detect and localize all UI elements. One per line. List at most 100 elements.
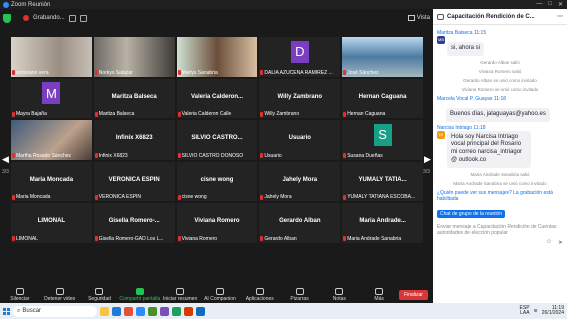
participant-tile[interactable]: SILVIO CASTRO... SILVIO CASTRO DONOSO	[176, 120, 258, 160]
participant-tile[interactable]: Infinix X6823 Infinix X6823	[93, 120, 175, 160]
view-button[interactable]: Vista	[407, 15, 430, 21]
avatar: D	[290, 40, 309, 63]
participant-tile[interactable]: Marlys Sanabria	[176, 37, 258, 77]
apps-icon	[255, 287, 264, 295]
app-icon[interactable]	[112, 306, 121, 316]
participant-tile[interactable]: Maria Andrade... Maria Andrade Sanabria	[342, 203, 423, 243]
apps-button[interactable]: Aplicaciones	[240, 287, 280, 302]
participant-label: José Sánchez	[343, 70, 379, 76]
taskbar-search[interactable]: ⌕ Buscar	[13, 305, 97, 317]
participant-name-large: Jahely Mora	[282, 176, 318, 183]
recording-label: Grabando...	[33, 15, 65, 21]
chat-message: Buenos días, jalaguayas@yahoo.es	[437, 102, 563, 122]
mute-button[interactable]: Silenciar	[0, 287, 40, 302]
search-label: Buscar	[22, 308, 42, 314]
app-icon[interactable]	[184, 306, 193, 316]
os-taskbar: ⌕ Buscar ESP LAA ≋ 11:19 26/1/2024	[0, 303, 567, 319]
muted-mic-icon	[177, 153, 181, 158]
participant-tile[interactable]: LIMONAL LIMONAL	[11, 203, 92, 243]
chat-input[interactable]: Enviar mensaje a Capacitación Rendición …	[437, 224, 563, 237]
app-icon[interactable]	[196, 306, 205, 316]
wifi-icon[interactable]: ≋	[534, 308, 538, 314]
participant-name: Willy Zambrano	[264, 111, 300, 117]
muted-mic-icon	[343, 111, 347, 117]
participant-label: LIMONAL	[12, 236, 38, 242]
participant-tile[interactable]: Martha Rosado Sánchez	[11, 120, 92, 160]
minimize-button[interactable]: —	[536, 1, 542, 8]
participant-tile[interactable]: M Mayra Bajaña	[11, 78, 92, 118]
participant-name-large: Hernan Caguana	[358, 93, 407, 100]
participant-tile[interactable]: Jahely Mora Jahely Mora	[259, 161, 341, 201]
chat-message: NI Hola soy Narcisa Intriago vocal princi…	[437, 130, 563, 168]
notes-button[interactable]: Notas	[319, 287, 359, 302]
previous-page-button[interactable]: ◀	[2, 154, 9, 165]
participant-tile[interactable]: cisne wong cisne wong	[176, 161, 258, 201]
participant-tile[interactable]: S Susana Dueñas	[342, 120, 423, 160]
participant-tile[interactable]: José Sánchez	[342, 37, 423, 77]
participant-tile[interactable]: Usuario Usuario	[259, 120, 341, 160]
participant-tile[interactable]: Willy Zambrano Willy Zambrano	[259, 78, 341, 118]
participant-name: Hernan Caguana	[347, 111, 386, 117]
message-text: si, ahora si	[447, 42, 485, 56]
stop-video-button[interactable]: Detener video	[40, 287, 80, 302]
participant-tile[interactable]: Maritza Balseca Maritza Balseca	[93, 78, 175, 118]
end-meeting-button[interactable]: Finalizar	[399, 289, 428, 300]
chat-recipient-selector[interactable]: Chat de grupo de la reunión	[437, 209, 505, 218]
muted-mic-icon	[177, 236, 181, 241]
chat-options-button[interactable]: ⋯	[557, 13, 563, 20]
participant-tile[interactable]: Gisella Romero-... Gisella Romero-GAD Los…	[93, 203, 175, 243]
participant-label: Jahely Mora	[260, 194, 292, 200]
whiteboards-button[interactable]: Pizarras	[280, 287, 320, 302]
emoji-icon[interactable]: ☺	[546, 239, 552, 246]
send-icon[interactable]: ➤	[558, 239, 563, 246]
share-screen-icon	[135, 287, 144, 295]
chat-visibility-hint[interactable]: ¿Quién puede ver sus mensajes? La grabac…	[437, 190, 563, 202]
participant-label: Martha Rosado Sánchez	[12, 153, 71, 159]
participant-tile[interactable]: Maria Moncada Maria Moncada	[11, 161, 92, 201]
participant-tile[interactable]: D DALIA AZUCENA RAMIREZ ...	[259, 37, 341, 77]
participant-tile[interactable]: Hernan Caguana Hernan Caguana	[342, 78, 423, 118]
participant-tile[interactable]: Gerardo Alban Gerardo Alban	[259, 203, 341, 243]
start-summary-button[interactable]: Iniciar resumen	[160, 287, 200, 302]
participant-label: SILVIO CASTRO DONOSO	[177, 153, 243, 159]
ai-companion-button[interactable]: AI Companion	[200, 287, 240, 302]
participant-tile[interactable]: Viviana Romero Viviana Romero	[176, 203, 258, 243]
more-button[interactable]: Más	[359, 287, 399, 302]
stop-recording-button[interactable]	[79, 14, 87, 22]
language-indicator[interactable]: ESP LAA	[520, 305, 530, 317]
security-button[interactable]: Seguridad	[80, 287, 120, 302]
system-message: Gerardo Alban se unió como invitado	[463, 77, 537, 83]
participant-tile[interactable]: victoriano vera	[11, 37, 92, 77]
windows-start-icon[interactable]	[3, 307, 10, 315]
maximize-button[interactable]: □	[548, 1, 552, 8]
summary-icon	[176, 287, 185, 295]
pause-recording-button[interactable]	[68, 14, 76, 22]
app-icon[interactable]	[100, 306, 109, 316]
app-icon[interactable]	[124, 306, 133, 316]
avatar: NI	[437, 130, 445, 139]
muted-mic-icon	[260, 70, 264, 75]
next-page-button[interactable]: ▶	[424, 154, 431, 165]
app-icon[interactable]	[172, 306, 181, 316]
whiteboard-icon	[295, 287, 304, 295]
participant-tile[interactable]: Norkys Salazar	[93, 37, 175, 77]
close-button[interactable]: ✕	[558, 1, 563, 8]
system-message: Maria Andrade Sanabria salió	[470, 171, 530, 177]
participant-tile[interactable]: Valeria Calderon... Valeria Calderon Call…	[176, 78, 258, 118]
participant-name-large: Maritza Balseca	[111, 93, 157, 100]
participant-label: Willy Zambrano	[260, 111, 299, 117]
zoom-app-icon[interactable]	[136, 306, 145, 316]
share-screen-button[interactable]: Compartir pantalla	[119, 287, 160, 302]
participant-label: Valeria Calderon Calle	[177, 111, 231, 117]
security-shield-icon[interactable]	[3, 13, 11, 23]
clock[interactable]: 11:19 26/1/2024	[542, 305, 564, 317]
participant-tile[interactable]: YUMALY TATIA... YUMALY TATIANA ESCOBA...	[342, 161, 423, 201]
participant-name-large: Willy Zambrano	[277, 93, 323, 100]
muted-mic-icon	[94, 70, 98, 75]
muted-mic-icon	[12, 111, 15, 117]
participant-tile[interactable]: VERONICA ESPIN VERONICA ESPIN	[93, 161, 175, 201]
app-icon[interactable]	[160, 306, 169, 316]
participant-name-large: cisne wong	[200, 176, 234, 183]
chat-header: Capacitación Rendición de C... ⋯	[433, 9, 567, 25]
app-icon[interactable]	[148, 306, 157, 316]
